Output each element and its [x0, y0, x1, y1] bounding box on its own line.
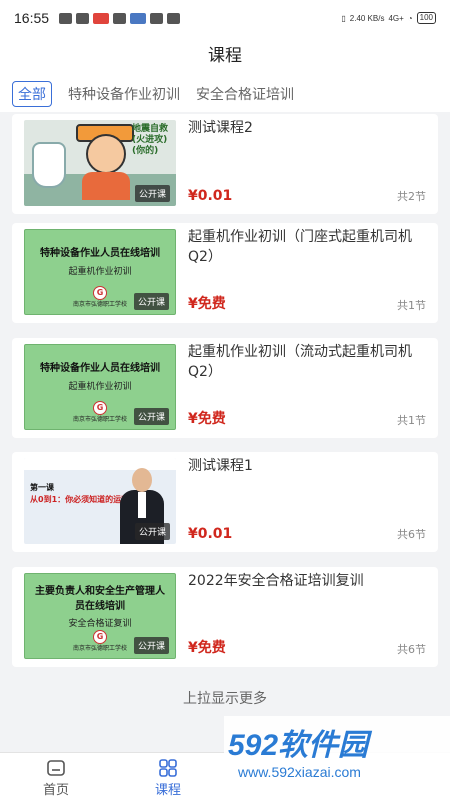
watermark-logo: 592软件园 [228, 729, 369, 762]
thumbnail-subtitle: 安全合格证复训 [68, 619, 132, 629]
course-card[interactable]: 地震自救 (火进攻)(你的) 公开课 测试课程2 ¥0.01 共2节 [12, 114, 438, 214]
image-icon [167, 12, 181, 24]
course-title: 2022年安全合格证培训复训 [188, 573, 364, 589]
app-notification-icon [59, 12, 73, 24]
tab-safety-certificate[interactable]: 安全合格证培训 [196, 84, 294, 104]
course-title: 测试课程2 [188, 120, 253, 136]
public-course-badge: 公开课 [134, 523, 170, 540]
course-title: 测试课程1 [188, 458, 253, 474]
lesson-count: 共2节 [397, 190, 426, 203]
lesson-count: 共1节 [397, 414, 426, 427]
course-title: 起重机作业初训（流动式起重机司机Q2） [188, 344, 412, 380]
network-speed: 2.40 KB/s [349, 13, 385, 23]
course-price: ¥免费 [188, 296, 226, 312]
public-course-badge: 公开课 [134, 185, 170, 202]
lesson-count: 共6节 [397, 643, 426, 656]
course-card[interactable]: 特种设备作业人员在线培训 起重机作业初训 G 南京市弘德职工学校 公开课 起重机… [12, 223, 438, 323]
wifi-icon: ◔ [407, 13, 413, 23]
app-notification-icon [150, 12, 164, 24]
tab-special-equipment[interactable]: 特种设备作业初训 [68, 84, 180, 104]
course-price: ¥免费 [188, 640, 226, 656]
thumbnail-subtitle: 起重机作业初训 [68, 267, 132, 277]
course-card[interactable]: 第一课 从0到1：你必须知道的运营战略 公开课 测试课程1 ¥0.01 共6节 [12, 452, 438, 552]
status-time: 16:55 [14, 10, 50, 26]
status-right: ▯ 2.40 KB/s 4G+ ◔ 100 [341, 12, 436, 24]
cartoon-body [82, 172, 130, 200]
public-course-badge: 公开课 [133, 408, 169, 425]
lesson-count: 共6节 [397, 528, 426, 541]
tabbar-courses[interactable]: 课程 [112, 753, 224, 800]
watermark-url: www.592xiazai.com [238, 764, 361, 780]
lesson-count: 共1节 [397, 299, 426, 312]
tabbar-home[interactable]: 首页 [0, 753, 112, 800]
school-logo-icon: G [93, 630, 107, 644]
tabbar-home-label: 首页 [42, 783, 69, 798]
tabbar-courses-label: 课程 [154, 783, 181, 798]
page-title: 课程 [0, 36, 450, 76]
thumbnail-subtitle: 起重机作业初训 [68, 382, 132, 392]
tab-all[interactable]: 全部 [12, 81, 52, 107]
notification-icons [59, 12, 181, 24]
public-course-badge: 公开课 [133, 637, 169, 654]
course-card[interactable]: 特种设备作业人员在线培训 起重机作业初训 G 南京市弘德职工学校 公开课 起重机… [12, 338, 438, 438]
app-notification-icon [93, 12, 110, 24]
toilet-illustration [32, 142, 66, 188]
home-icon [47, 760, 65, 776]
course-thumbnail: 第一课 从0到1：你必须知道的运营战略 公开课 [24, 458, 176, 544]
thumbnail-title: 主要负责人和安全生产管理人员在线培训 [35, 586, 165, 612]
thumbnail-title: 特种设备作业人员在线培训 [40, 363, 160, 374]
site-watermark: 592软件园 www.592xiazai.com [224, 716, 450, 800]
course-card[interactable]: 主要负责人和安全生产管理人员在线培训 安全合格证复训 G 南京市弘德职工学校 公… [12, 567, 438, 667]
speaker-head [132, 468, 152, 492]
public-course-badge: 公开课 [133, 293, 169, 310]
telegram-icon [76, 12, 90, 24]
course-price: ¥0.01 [188, 526, 233, 542]
course-title: 起重机作业初训（门座式起重机司机Q2） [188, 229, 412, 265]
thumbnail-caption: 地震自救 (火进攻)(你的) [132, 124, 169, 156]
cartoon-head [86, 134, 126, 174]
course-thumbnail: 特种设备作业人员在线培训 起重机作业初训 G 南京市弘德职工学校 公开课 [24, 229, 176, 315]
status-bar: 16:55 ▯ 2.40 KB/s 4G+ ◔ 100 [0, 0, 450, 36]
vibrate-icon: ▯ [341, 13, 346, 23]
category-tabs: 全部 特种设备作业初训 安全合格证培训 [0, 76, 450, 112]
speaker-shirt [138, 492, 146, 518]
app-notification-icon [113, 12, 127, 24]
course-thumbnail: 主要负责人和安全生产管理人员在线培训 安全合格证复训 G 南京市弘德职工学校 公… [24, 573, 176, 659]
thumbnail-title: 特种设备作业人员在线培训 [40, 248, 160, 259]
grid-icon [159, 759, 177, 777]
course-price: ¥免费 [188, 411, 226, 427]
app-notification-icon [130, 12, 147, 24]
course-thumbnail: 地震自救 (火进攻)(你的) 公开课 [24, 120, 176, 206]
course-price: ¥0.01 [188, 188, 233, 204]
school-logo-icon: G [93, 401, 107, 415]
school-logo-icon: G [93, 286, 107, 300]
load-more-hint: 上拉显示更多 [183, 691, 267, 707]
thumbnail-lecture: 第一课 [30, 483, 54, 492]
battery-level: 100 [416, 12, 436, 24]
signal-label: 4G+ [388, 13, 404, 23]
course-thumbnail: 特种设备作业人员在线培训 起重机作业初训 G 南京市弘德职工学校 公开课 [24, 344, 176, 430]
